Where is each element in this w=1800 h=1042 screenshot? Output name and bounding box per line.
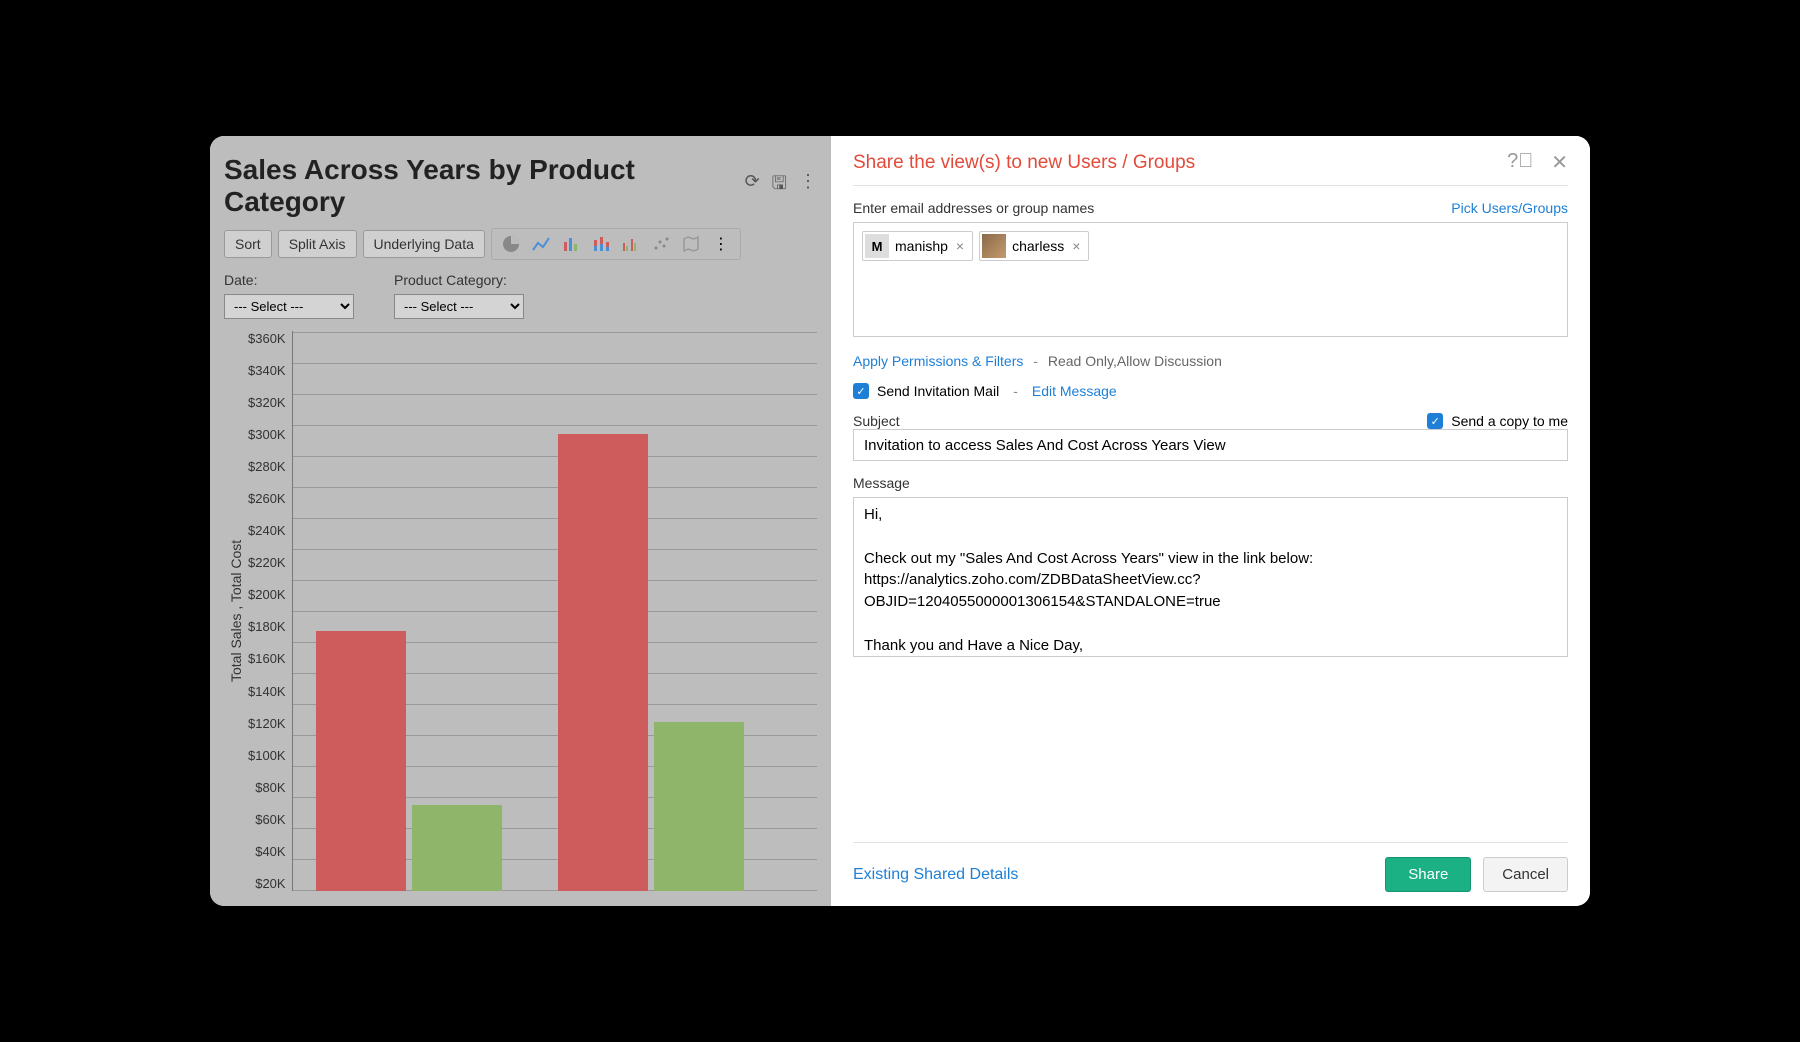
pie-chart-icon[interactable] <box>500 233 522 255</box>
share-button[interactable]: Share <box>1385 857 1471 892</box>
refresh-icon[interactable]: ⟳ <box>745 171 760 201</box>
y-tick: $120K <box>248 716 286 731</box>
y-tick: $40K <box>255 844 285 859</box>
y-tick: $360K <box>248 331 286 346</box>
help-icon[interactable]: ?⃝ <box>1507 150 1533 175</box>
permissions-summary: Read Only,Allow Discussion <box>1048 353 1222 369</box>
y-tick: $240K <box>248 523 286 538</box>
bar <box>654 722 744 892</box>
y-tick: $300K <box>248 427 286 442</box>
sort-button[interactable]: Sort <box>224 230 272 258</box>
y-tick: $220K <box>248 555 286 570</box>
email-label: Enter email addresses or group names <box>853 200 1094 216</box>
save-icon[interactable]: 🖫 <box>772 171 787 201</box>
recipients-input[interactable]: Mmanishp × charless × <box>853 222 1568 337</box>
cancel-button[interactable]: Cancel <box>1483 857 1568 892</box>
date-filter[interactable]: --- Select --- <box>224 294 354 319</box>
bar-chart-icon[interactable] <box>560 233 582 255</box>
send-invite-checkbox[interactable]: ✓ <box>853 383 869 399</box>
scatter-chart-icon[interactable] <box>650 233 672 255</box>
recipient-chip: Mmanishp × <box>862 231 973 261</box>
y-tick: $80K <box>255 780 285 795</box>
edit-message-link[interactable]: Edit Message <box>1032 383 1117 399</box>
underlying-data-button[interactable]: Underlying Data <box>363 230 485 258</box>
subject-input[interactable] <box>853 429 1568 461</box>
existing-shared-link[interactable]: Existing Shared Details <box>853 866 1018 884</box>
line-chart-icon[interactable] <box>530 233 552 255</box>
bar <box>558 434 648 891</box>
close-icon[interactable]: ✕ <box>1551 150 1568 175</box>
category-filter[interactable]: --- Select --- <box>394 294 524 319</box>
recipient-name: manishp <box>895 238 948 254</box>
message-textarea[interactable] <box>853 497 1568 657</box>
grouped-bar-icon[interactable] <box>620 233 642 255</box>
more-icon[interactable]: ⋮ <box>799 171 817 201</box>
remove-recipient-icon[interactable]: × <box>1070 238 1082 254</box>
y-tick: $20K <box>255 876 285 891</box>
recipient-chip: charless × <box>979 231 1089 261</box>
pick-users-link[interactable]: Pick Users/Groups <box>1451 200 1568 216</box>
bar <box>316 631 406 891</box>
map-chart-icon[interactable] <box>680 233 702 255</box>
y-tick: $200K <box>248 587 286 602</box>
chart-plot <box>292 331 817 891</box>
y-tick: $280K <box>248 459 286 474</box>
y-tick: $340K <box>248 363 286 378</box>
split-axis-button[interactable]: Split Axis <box>278 230 357 258</box>
y-tick: $100K <box>248 748 286 763</box>
message-label: Message <box>853 475 1568 491</box>
avatar <box>982 234 1006 258</box>
subject-label: Subject <box>853 413 900 429</box>
y-tick: $60K <box>255 812 285 827</box>
avatar: M <box>865 234 889 258</box>
category-filter-label: Product Category: <box>394 272 507 288</box>
send-invite-label: Send Invitation Mail <box>877 383 999 399</box>
chart-title: Sales Across Years by Product Category <box>224 154 745 218</box>
date-filter-label: Date: <box>224 272 257 288</box>
stacked-bar-icon[interactable] <box>590 233 612 255</box>
more-charts-icon[interactable]: ⋮ <box>710 233 732 255</box>
y-tick: $260K <box>248 491 286 506</box>
y-tick: $320K <box>248 395 286 410</box>
y-tick: $160K <box>248 651 286 666</box>
bar <box>412 805 502 891</box>
remove-recipient-icon[interactable]: × <box>954 238 966 254</box>
send-copy-checkbox[interactable]: ✓ <box>1427 413 1443 429</box>
y-axis-title: Total Sales , Total Cost <box>224 331 248 891</box>
recipient-name: charless <box>1012 238 1064 254</box>
y-tick: $180K <box>248 619 286 634</box>
apply-permissions-link[interactable]: Apply Permissions & Filters <box>853 353 1023 369</box>
dialog-title: Share the view(s) to new Users / Groups <box>853 152 1195 174</box>
y-tick: $140K <box>248 684 286 699</box>
send-copy-label: Send a copy to me <box>1451 413 1568 429</box>
